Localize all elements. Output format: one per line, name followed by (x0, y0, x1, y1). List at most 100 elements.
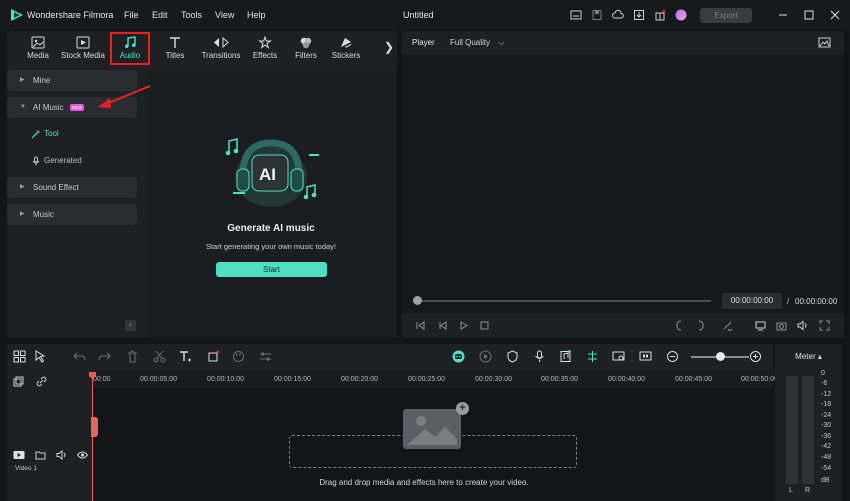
storyboard-icon[interactable] (639, 350, 652, 363)
tab-titles[interactable]: Titles (160, 33, 190, 65)
undo-icon[interactable] (73, 350, 86, 363)
fullscreen-icon[interactable] (819, 320, 830, 331)
zoom-slider-knob[interactable] (716, 352, 725, 361)
play-icon[interactable] (458, 320, 469, 331)
caret-right-icon: ▶ (20, 77, 25, 83)
sidebar-item-music[interactable]: ▶ Music (7, 204, 137, 225)
meter-scale: 0 (821, 370, 825, 377)
zoom-in-icon[interactable] (749, 350, 762, 363)
ruler-tick: 00:00:05:00 (140, 376, 177, 383)
stickers-icon (341, 38, 352, 48)
display-icon[interactable] (755, 320, 766, 331)
microphone-icon[interactable] (533, 350, 546, 363)
app-name: Wondershare Filmora (27, 10, 114, 20)
ai-copilot-icon[interactable] (452, 350, 465, 363)
text-icon[interactable] (179, 350, 192, 363)
audio-track-icon[interactable] (559, 350, 572, 363)
minimize-icon[interactable] (776, 8, 790, 22)
eye-icon[interactable] (77, 450, 88, 460)
menu-help[interactable]: Help (247, 10, 266, 20)
redo-icon[interactable] (98, 350, 111, 363)
ruler-tick: 00:00 (93, 376, 111, 383)
tab-stickers[interactable]: Stickers (328, 33, 364, 65)
stop-icon[interactable] (479, 320, 490, 331)
adjust-icon[interactable] (259, 350, 272, 363)
cloud-icon[interactable] (612, 9, 624, 21)
sidebar-item-tool[interactable]: Tool (7, 124, 137, 144)
timeline-ruler[interactable]: 00:00 00:00:05:00 00:00:10:00 00:00:15:0… (92, 370, 778, 388)
playback-progress-track[interactable] (415, 300, 711, 302)
snap-icon[interactable] (586, 350, 599, 363)
camera-icon[interactable] (776, 320, 787, 331)
sidebar-item-ai-music[interactable]: ▼ AI Music NEW (7, 97, 137, 118)
layout-icon[interactable] (570, 9, 582, 21)
tab-transitions[interactable]: Transitions (199, 33, 243, 65)
tab-filters[interactable]: Filters (290, 33, 322, 65)
sidebar-item-mine[interactable]: ▶ Mine (7, 70, 137, 91)
avatar[interactable] (675, 9, 687, 21)
ruler-tick: 00:00:30:00 (475, 376, 512, 383)
chevron-right-icon[interactable]: ❯ (384, 40, 394, 54)
meter-scale: -24 (821, 412, 832, 419)
add-media-icon[interactable]: + (456, 402, 469, 415)
snapshot-icon[interactable] (818, 37, 831, 48)
link-icon[interactable] (36, 376, 47, 387)
quality-value: Full Quality (450, 38, 491, 47)
audio-sidebar: ▶ Mine ▼ AI Music NEW Tool Generated ▶ S… (7, 70, 137, 338)
add-track-icon[interactable] (13, 376, 24, 387)
picture-in-picture-icon[interactable] (612, 350, 625, 363)
ai-headphones-illustration: AI (225, 138, 319, 207)
wand-icon (31, 130, 40, 139)
zoom-out-icon[interactable] (666, 350, 679, 363)
step-back-icon[interactable] (415, 320, 426, 331)
tab-effects[interactable]: Effects (248, 33, 282, 65)
crop-icon[interactable] (207, 350, 220, 363)
export-button[interactable]: Export (700, 8, 752, 23)
sidebar-item-generated[interactable]: Generated (7, 151, 137, 171)
tab-media[interactable]: Media (20, 33, 56, 65)
track-collapse-tab[interactable] (91, 417, 98, 437)
preview-screen[interactable] (402, 55, 844, 313)
audio-meter: 0 -6 -12 -18 -24 -30 -36 -42 -48 -54 dB … (775, 370, 842, 501)
start-button[interactable]: Start (216, 262, 327, 277)
menu-edit[interactable]: Edit (152, 10, 168, 20)
folder-icon[interactable] (35, 450, 46, 460)
tab-stock-media[interactable]: Stock Media (60, 33, 106, 65)
playback-progress-knob[interactable] (413, 296, 422, 305)
select-pointer-icon[interactable] (34, 350, 47, 363)
gift-icon[interactable] (654, 9, 666, 21)
menu-view[interactable]: View (215, 10, 234, 20)
render-preview-icon[interactable] (479, 350, 492, 363)
collapse-sidebar-button[interactable]: ‹ (125, 320, 136, 331)
mark-in-icon[interactable] (674, 320, 685, 331)
close-icon[interactable] (828, 8, 842, 22)
filters-icon (300, 37, 312, 49)
player-panel: Player Full Quality ⌵ 00:00:00:00 / 00:0… (402, 31, 844, 338)
current-time: 00:00:00:00 (722, 293, 782, 309)
color-palette-icon[interactable] (232, 350, 245, 363)
mark-out-icon[interactable] (695, 320, 706, 331)
download-icon[interactable] (633, 9, 645, 21)
shield-icon[interactable] (506, 350, 519, 363)
image-placeholder-icon (407, 416, 457, 445)
grid-layout-icon[interactable] (13, 350, 26, 363)
menu-tools[interactable]: Tools (181, 10, 202, 20)
meter-dropdown[interactable]: Meter ▴ (775, 344, 842, 370)
chevron-down-icon: ⌵ (498, 38, 505, 47)
add-marker-icon[interactable] (722, 320, 733, 331)
volume-icon[interactable] (797, 320, 808, 331)
scissors-icon[interactable] (153, 350, 166, 363)
volume-icon[interactable] (56, 450, 67, 460)
maximize-icon[interactable] (802, 8, 816, 22)
ruler-tick: 00:00:45:00 (675, 376, 712, 383)
drop-hint-text: Drag and drop media and effects here to … (319, 478, 529, 487)
previous-frame-icon[interactable] (437, 320, 448, 331)
project-title: Untitled (403, 10, 434, 20)
delete-icon[interactable] (126, 350, 139, 363)
filmora-logo-icon (11, 9, 23, 21)
quality-dropdown[interactable]: Full Quality ⌵ (450, 38, 504, 48)
save-icon[interactable] (591, 9, 603, 21)
media-placeholder (403, 409, 461, 449)
sidebar-item-sound-effect[interactable]: ▶ Sound Effect (7, 177, 137, 198)
menu-file[interactable]: File (124, 10, 139, 20)
